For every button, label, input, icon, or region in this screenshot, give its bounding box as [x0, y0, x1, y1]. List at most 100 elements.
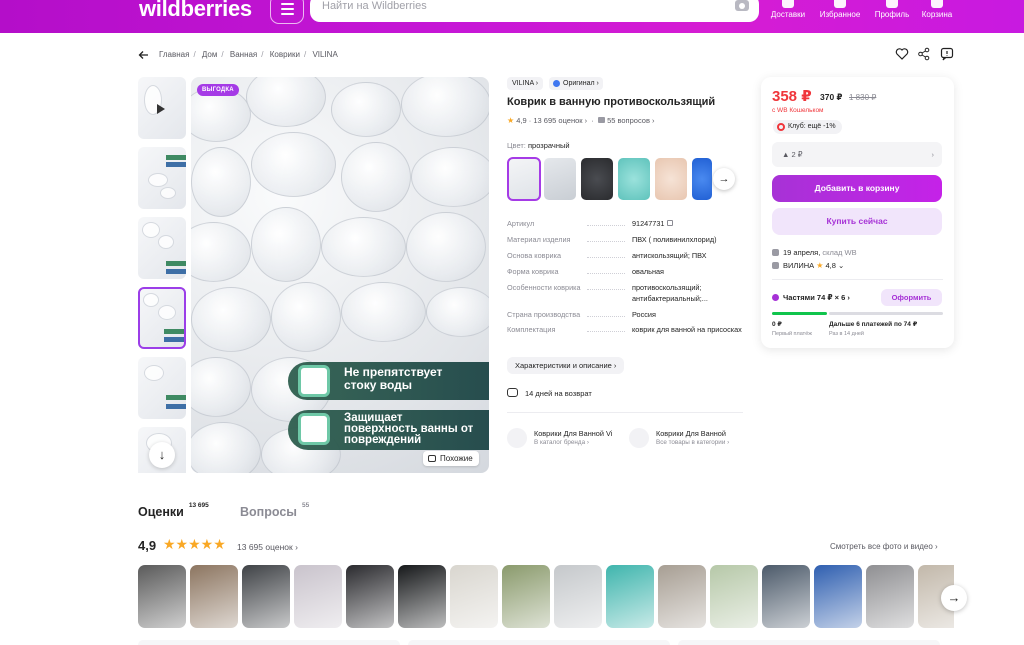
questions-icon: [597, 117, 605, 123]
tab-reviews[interactable]: Оценки 13 695: [138, 502, 209, 519]
characteristics-label: Характеристики и описание: [515, 361, 612, 370]
rating-value: 4,9: [516, 116, 527, 125]
rating-count-link[interactable]: 13 695 оценок ›: [237, 542, 298, 552]
swatches-next-button[interactable]: →: [713, 168, 735, 190]
share-icon[interactable]: [917, 47, 931, 61]
camera-icon[interactable]: [735, 0, 749, 11]
color-swatch[interactable]: [618, 158, 650, 200]
see-all-media-link[interactable]: Смотреть все фото и видео ›: [830, 542, 938, 551]
review-photo[interactable]: [190, 565, 238, 628]
deal-badge: ВЫГОДКА: [197, 84, 239, 96]
rating-count: 13 695 оценок: [237, 542, 293, 552]
thumbnail-video[interactable]: [138, 77, 186, 139]
nav-deliveries[interactable]: Доставки: [770, 0, 806, 33]
cart-icon: [931, 0, 943, 8]
review-card[interactable]: [138, 640, 400, 645]
delivery-price-row[interactable]: ▲ 2 ₽ ›: [772, 142, 942, 167]
spec-key: Форма коврика: [507, 267, 559, 276]
review-photo[interactable]: [658, 565, 706, 628]
review-card[interactable]: [408, 640, 670, 645]
breadcrumb-item[interactable]: Главная: [159, 50, 189, 59]
club-label: Клуб: ещё -1%: [788, 123, 836, 130]
nav-profile[interactable]: Профиль: [873, 0, 911, 33]
color-swatch[interactable]: [655, 158, 687, 200]
split-payment-button[interactable]: Оформить: [881, 289, 942, 306]
review-card[interactable]: [678, 640, 940, 645]
back-arrow-icon[interactable]: [138, 49, 150, 61]
review-photo[interactable]: [242, 565, 290, 628]
review-photo[interactable]: [346, 565, 394, 628]
nav-favorites[interactable]: Избранное: [818, 0, 862, 33]
split-payment-label[interactable]: Частями 74 ₽ × 6 ›: [772, 293, 850, 302]
breadcrumb-item[interactable]: VILINA: [312, 50, 337, 59]
wildberries-logo[interactable]: wildberries: [139, 0, 252, 22]
review-photo-strip: [138, 565, 954, 628]
color-swatch[interactable]: [581, 158, 613, 200]
top-header: wildberries Найти на Wildberries Доставк…: [0, 0, 1024, 33]
thumbnail[interactable]: [138, 357, 186, 419]
spec-value: коврик для ванной на присосках: [632, 325, 742, 334]
thumbnails-scroll-down-button[interactable]: ↓: [149, 442, 175, 468]
category-link[interactable]: Коврики Для Ванной Все товары в категори…: [629, 428, 741, 450]
color-swatch-selected[interactable]: [507, 157, 541, 201]
review-photo[interactable]: [450, 565, 498, 628]
calendar-icon: [772, 249, 779, 256]
thumbnail-active[interactable]: [138, 287, 186, 349]
spec-value: антискользящий; ПВХ: [632, 251, 707, 260]
review-photo[interactable]: [138, 565, 186, 628]
review-photo[interactable]: [502, 565, 550, 628]
color-swatch[interactable]: [692, 158, 712, 200]
review-photo[interactable]: [554, 565, 602, 628]
breadcrumb-item[interactable]: Дом: [202, 50, 217, 59]
club-icon: [777, 123, 785, 131]
questions-link[interactable]: 55 вопросов: [607, 116, 650, 125]
menu-button[interactable]: [270, 0, 304, 24]
report-icon[interactable]: [940, 47, 954, 61]
review-photo[interactable]: [866, 565, 914, 628]
search-input[interactable]: Найти на Wildberries: [310, 0, 759, 22]
similar-button[interactable]: Похожие: [423, 451, 479, 466]
nav-label: Корзина: [921, 10, 953, 19]
thumbnail[interactable]: [138, 147, 186, 209]
characteristics-button[interactable]: Характеристики и описание ›: [507, 357, 625, 374]
return-text: 14 дней на возврат: [525, 389, 592, 398]
review-photos-next-button[interactable]: →: [941, 585, 967, 611]
divider: [507, 412, 743, 413]
tab-label: Вопросы: [240, 505, 297, 519]
catalog-subtitle: В каталог бренда ›: [534, 439, 589, 446]
spec-value[interactable]: 91247731: [632, 218, 744, 229]
later-payments: Дальше 6 платежей по 74 ₽: [829, 321, 918, 328]
category-title: Коврики Для Ванной: [656, 429, 726, 438]
nav-label: Доставки: [770, 10, 806, 19]
favorite-heart-icon[interactable]: [895, 47, 909, 61]
add-to-cart-button[interactable]: Добавить в корзину: [772, 175, 942, 202]
spec-key: Основа коврика: [507, 251, 562, 260]
wallet-note[interactable]: с WB Кошельком: [772, 107, 824, 114]
chevron-right-icon: ›: [931, 150, 935, 159]
shield-check-icon: [298, 413, 330, 445]
tab-questions[interactable]: Вопросы 55: [240, 502, 309, 519]
brand-link[interactable]: VILINA ›: [507, 77, 544, 90]
copy-icon[interactable]: [666, 220, 673, 226]
original-badge[interactable]: Оригинал ›: [549, 77, 603, 90]
thumbnail[interactable]: [138, 217, 186, 279]
reviews-link[interactable]: 13 695 оценок: [533, 116, 582, 125]
seller-info[interactable]: ВИЛИНА ★ 4,8 ⌄: [772, 261, 844, 270]
review-photo[interactable]: [710, 565, 758, 628]
review-photo[interactable]: [606, 565, 654, 628]
review-photo[interactable]: [294, 565, 342, 628]
color-swatch[interactable]: [544, 158, 576, 200]
breadcrumb-item[interactable]: Ванная: [230, 50, 257, 59]
nav-cart[interactable]: Корзина: [919, 0, 955, 33]
thumbnail-list: [138, 77, 187, 473]
brand-catalog-link[interactable]: Коврики Для Ванной Vi В каталог бренда ›: [507, 428, 619, 450]
tab-count: 13 695: [188, 502, 209, 509]
rating-stars: ★★★★★: [163, 536, 226, 552]
review-photo[interactable]: [762, 565, 810, 628]
club-discount[interactable]: Клуб: ещё -1%: [773, 120, 842, 134]
breadcrumb-item[interactable]: Коврики: [270, 50, 300, 59]
review-photo[interactable]: [814, 565, 862, 628]
spec-value: противоскользящий; антибактериальный;...: [632, 283, 708, 303]
review-photo[interactable]: [398, 565, 446, 628]
buy-now-button[interactable]: Купить сейчас: [772, 208, 942, 235]
